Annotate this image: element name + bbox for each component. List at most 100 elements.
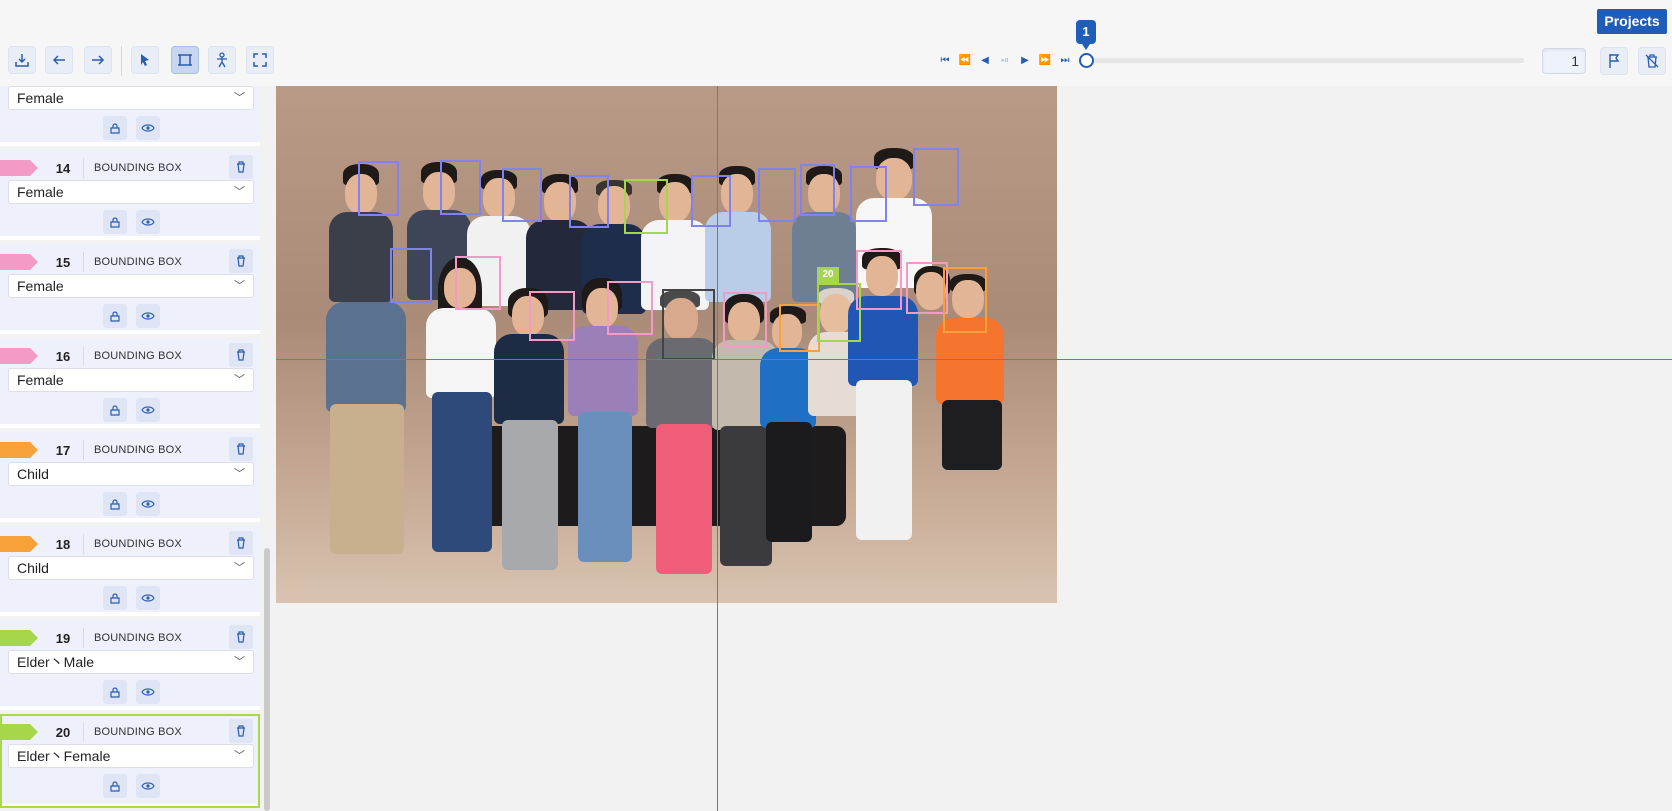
panel-scrollbar[interactable] bbox=[264, 548, 270, 811]
fast-forward-icon[interactable]: ⏩ bbox=[1038, 54, 1052, 68]
annotation-card[interactable]: 15 BOUNDING BOX Female ﹀ bbox=[0, 244, 260, 334]
visibility-button[interactable] bbox=[136, 304, 160, 328]
delete-annotation-button[interactable] bbox=[229, 343, 253, 367]
bounding-box[interactable] bbox=[913, 148, 959, 206]
last-frame-icon[interactable]: ⏭ bbox=[1058, 54, 1072, 68]
lock-button[interactable] bbox=[103, 116, 127, 140]
timeline-handle[interactable] bbox=[1079, 53, 1094, 68]
bounding-box[interactable] bbox=[358, 161, 399, 216]
label-select[interactable]: Female ﹀ bbox=[8, 368, 254, 392]
undo-button[interactable] bbox=[45, 46, 73, 74]
fit-screen-button[interactable] bbox=[246, 46, 274, 74]
delete-annotation-button[interactable] bbox=[229, 437, 253, 461]
timeline-slider[interactable] bbox=[1086, 58, 1524, 63]
bounding-box[interactable] bbox=[691, 175, 731, 227]
redo-button[interactable] bbox=[84, 46, 112, 74]
visibility-button[interactable] bbox=[136, 116, 160, 140]
visibility-button[interactable] bbox=[136, 210, 160, 234]
lock-button[interactable] bbox=[103, 398, 127, 422]
label-select[interactable]: Child ﹀ bbox=[8, 556, 254, 580]
bounding-box[interactable] bbox=[723, 292, 767, 348]
bounding-box-tool-button[interactable] bbox=[171, 46, 199, 74]
lock-button[interactable] bbox=[103, 586, 127, 610]
lock-button[interactable] bbox=[103, 680, 127, 704]
label-select[interactable]: Female ﹀ bbox=[8, 86, 254, 110]
divider bbox=[83, 252, 84, 272]
bounding-box[interactable] bbox=[758, 168, 796, 222]
bounding-box[interactable] bbox=[906, 262, 948, 314]
bounding-box[interactable] bbox=[440, 160, 481, 215]
bounding-box-label: 20 bbox=[817, 267, 839, 283]
delete-annotation-button[interactable] bbox=[229, 625, 253, 649]
delete-annotation-button[interactable] bbox=[229, 249, 253, 273]
lock-icon bbox=[110, 123, 120, 134]
label-color-tag-icon bbox=[0, 724, 38, 740]
lock-button[interactable] bbox=[103, 210, 127, 234]
skeleton-tool-button[interactable] bbox=[208, 46, 236, 74]
bounding-box[interactable] bbox=[856, 250, 902, 310]
bounding-box[interactable] bbox=[607, 281, 653, 335]
label-select[interactable]: Female ﹀ bbox=[8, 180, 254, 204]
label-color-tag-icon bbox=[0, 160, 38, 176]
label-select[interactable]: Female ﹀ bbox=[8, 274, 254, 298]
bounding-box[interactable] bbox=[455, 256, 501, 310]
bounding-box[interactable] bbox=[529, 291, 575, 341]
annotation-card[interactable]: 19 BOUNDING BOX Elder丶Male ﹀ bbox=[0, 620, 260, 710]
visibility-button[interactable] bbox=[136, 586, 160, 610]
lock-icon bbox=[110, 217, 120, 228]
annotation-id: 17 bbox=[55, 443, 71, 458]
delete-annotation-button[interactable] bbox=[229, 531, 253, 555]
flag-button[interactable] bbox=[1600, 47, 1628, 75]
bounding-box-selected[interactable]: 20 bbox=[817, 267, 861, 342]
previous-frame-icon[interactable]: ◀ bbox=[978, 54, 992, 68]
annotation-canvas[interactable]: 20 bbox=[276, 86, 1672, 811]
bounding-box[interactable] bbox=[662, 289, 715, 360]
projects-button[interactable]: Projects bbox=[1597, 9, 1667, 34]
label-select-value: Female bbox=[17, 184, 64, 200]
annotation-card[interactable]: 14 BOUNDING BOX Female ﹀ bbox=[0, 150, 260, 240]
lock-button[interactable] bbox=[103, 774, 127, 798]
timeline-marker: 1 bbox=[1076, 20, 1096, 50]
lock-button[interactable] bbox=[103, 492, 127, 516]
lock-button[interactable] bbox=[103, 304, 127, 328]
chevron-down-icon: ﹀ bbox=[234, 186, 245, 198]
select-tool-button[interactable] bbox=[131, 46, 159, 74]
divider bbox=[83, 628, 84, 648]
bounding-box[interactable] bbox=[569, 175, 609, 228]
save-icon bbox=[15, 54, 29, 67]
save-button[interactable] bbox=[8, 46, 36, 74]
play-icon[interactable]: ⏯ bbox=[998, 54, 1012, 68]
frame-number-input[interactable]: 1 bbox=[1542, 48, 1586, 74]
bounding-box[interactable] bbox=[850, 166, 887, 222]
bounding-box[interactable] bbox=[390, 248, 432, 303]
label-select-value: Elder丶Male bbox=[17, 654, 95, 670]
next-frame-icon[interactable]: ▶ bbox=[1018, 54, 1032, 68]
label-select[interactable]: Child ﹀ bbox=[8, 462, 254, 486]
visibility-button[interactable] bbox=[136, 680, 160, 704]
first-frame-icon[interactable]: ⏮ bbox=[938, 54, 952, 68]
annotation-card[interactable]: 17 BOUNDING BOX Child ﹀ bbox=[0, 432, 260, 522]
lock-icon bbox=[110, 593, 120, 604]
annotation-id: 14 bbox=[55, 161, 71, 176]
bounding-box[interactable] bbox=[943, 267, 987, 333]
label-select-value: Child bbox=[17, 560, 49, 576]
bounding-box[interactable] bbox=[800, 164, 835, 216]
bounding-box[interactable] bbox=[502, 168, 542, 222]
annotation-id: 15 bbox=[55, 255, 71, 270]
annotation-card[interactable]: 16 BOUNDING BOX Female ﹀ bbox=[0, 338, 260, 428]
delete-frame-button[interactable] bbox=[1638, 47, 1666, 75]
eye-icon bbox=[141, 500, 155, 508]
annotation-card-selected[interactable]: 20 BOUNDING BOX Elder丶Female ﹀ bbox=[0, 714, 260, 808]
delete-annotation-button[interactable] bbox=[229, 719, 253, 743]
delete-annotation-button[interactable] bbox=[229, 155, 253, 179]
bounding-box[interactable] bbox=[624, 179, 668, 234]
visibility-button[interactable] bbox=[136, 398, 160, 422]
annotation-card[interactable]: 18 BOUNDING BOX Child ﹀ bbox=[0, 526, 260, 616]
eye-icon bbox=[141, 594, 155, 602]
bounding-box[interactable] bbox=[779, 304, 820, 352]
visibility-button[interactable] bbox=[136, 492, 160, 516]
label-select[interactable]: Elder丶Male ﹀ bbox=[8, 650, 254, 674]
label-select[interactable]: Elder丶Female ﹀ bbox=[8, 744, 254, 768]
visibility-button[interactable] bbox=[136, 774, 160, 798]
fast-backward-icon[interactable]: ⏪ bbox=[958, 54, 972, 68]
